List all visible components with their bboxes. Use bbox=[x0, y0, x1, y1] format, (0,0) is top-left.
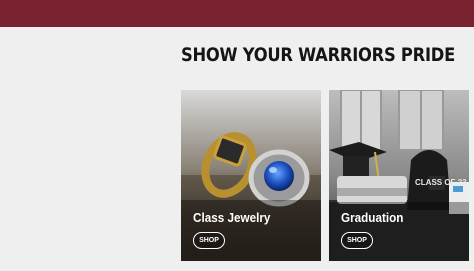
section-title: SHOW YOUR WARRIORS PRIDE bbox=[181, 44, 456, 66]
card-title: Graduation bbox=[341, 210, 404, 225]
card-title: Class Jewelry bbox=[193, 210, 271, 225]
top-header-bar bbox=[0, 0, 474, 27]
graduation-card[interactable]: CLASS OF 23 Graduation SHOP bbox=[329, 90, 469, 261]
class-jewelry-card[interactable]: Class Jewelry SHOP bbox=[181, 90, 321, 261]
shop-button[interactable]: SHOP bbox=[193, 232, 225, 249]
shop-button[interactable]: SHOP bbox=[341, 232, 373, 249]
class-of-print: CLASS OF 23 bbox=[415, 178, 467, 187]
